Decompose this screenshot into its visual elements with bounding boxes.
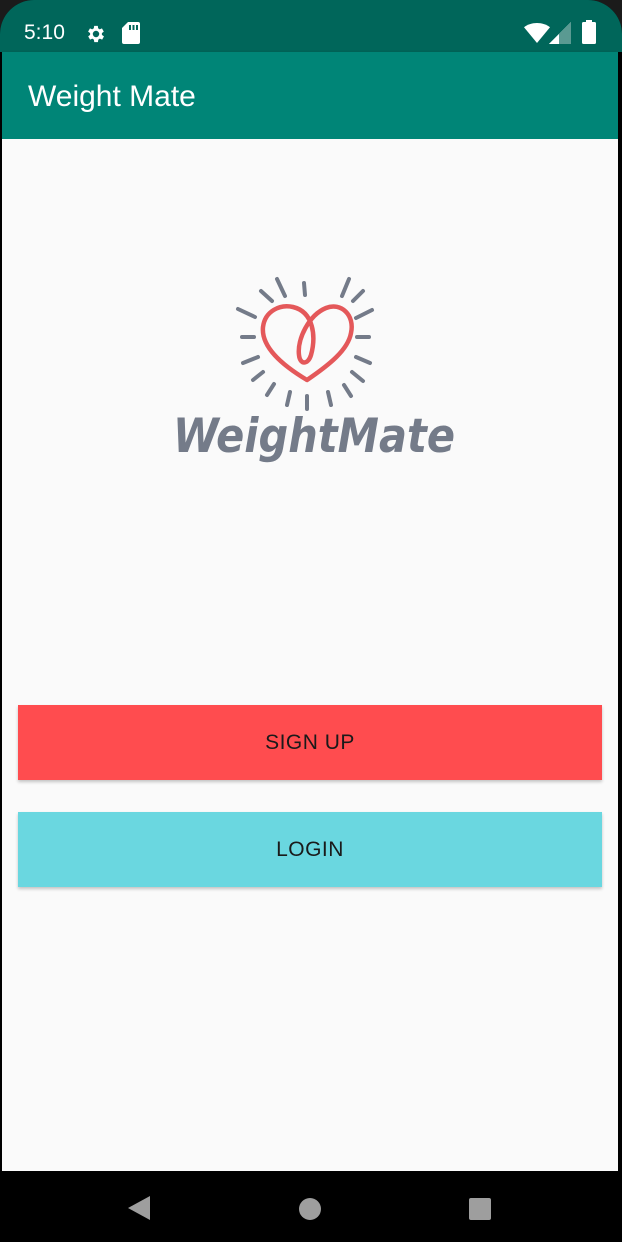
wifi-icon [524, 23, 550, 43]
sunburst-rays [236, 277, 374, 411]
heart-loop [260, 304, 354, 383]
sd-card-icon [122, 22, 140, 44]
app-title: Weight Mate [28, 80, 196, 113]
app-bar: Weight Mate [2, 52, 618, 139]
phone-screen: 5:10 Weight Mate WeightMate SIGN UP LOGI… [0, 0, 622, 1242]
battery-icon [582, 20, 596, 44]
settings-icon [88, 25, 104, 43]
signup-button[interactable]: SIGN UP [18, 705, 602, 780]
cell-signal-icon [549, 22, 571, 44]
main-content: WeightMate SIGN UP LOGIN [2, 139, 618, 1171]
login-button[interactable]: LOGIN [18, 812, 602, 887]
home-icon[interactable] [298, 1197, 322, 1221]
navigation-bar [0, 1171, 622, 1242]
status-time: 5:10 [24, 21, 65, 44]
logo-wordmark: WeightMate [173, 409, 455, 464]
back-icon[interactable] [126, 1195, 152, 1221]
recents-icon[interactable] [468, 1197, 492, 1221]
weightmate-logo: WeightMate [173, 277, 455, 464]
status-bar: 5:10 [0, 0, 622, 52]
